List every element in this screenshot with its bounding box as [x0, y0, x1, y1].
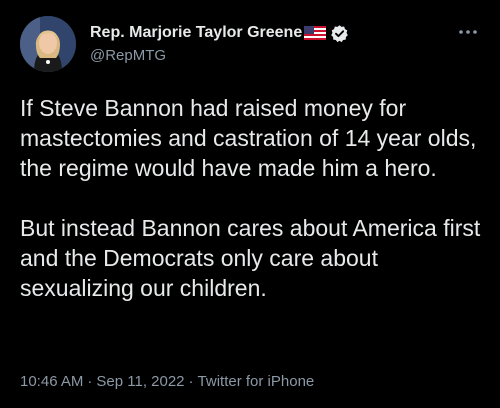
display-name[interactable]: Rep. Marjorie Taylor Greene [90, 24, 302, 42]
tweet-text: If Steve Bannon had raised money for mas… [20, 93, 490, 303]
more-options-icon[interactable] [456, 24, 480, 40]
tweet-date[interactable]: Sep 11, 2022 [96, 373, 184, 390]
tweet-paragraph: If Steve Bannon had raised money for mas… [20, 95, 477, 181]
avatar-image [20, 16, 76, 72]
tweet-time[interactable]: 10:46 AM [20, 373, 83, 390]
name-row: Rep. Marjorie Taylor Greene [90, 22, 420, 44]
verified-badge-icon [330, 24, 349, 43]
tweet-card: Rep. Marjorie Taylor Greene @RepMTG If S… [0, 0, 500, 408]
meta-separator: · [87, 373, 93, 390]
author-info: Rep. Marjorie Taylor Greene @RepMTG [90, 22, 420, 67]
tweet-paragraph: But instead Bannon cares about America f… [20, 215, 481, 301]
user-handle[interactable]: @RepMTG [90, 47, 420, 67]
tweet-source[interactable]: Twitter for iPhone [198, 373, 315, 390]
avatar[interactable] [20, 16, 76, 72]
meta-separator: · [188, 373, 194, 390]
tweet-header: Rep. Marjorie Taylor Greene @RepMTG [20, 16, 480, 74]
us-flag-icon [304, 25, 327, 41]
tweet-meta: 10:46 AM · Sep 11, 2022 · Twitter for iPhone [20, 373, 314, 390]
